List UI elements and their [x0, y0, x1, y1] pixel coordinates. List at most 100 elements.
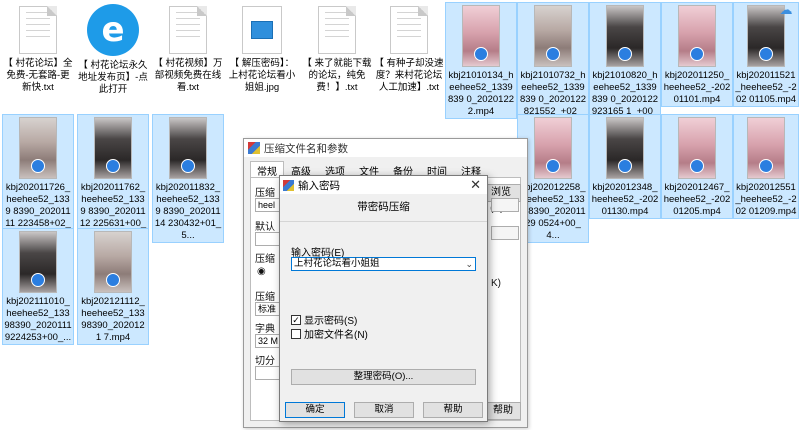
file-name: 【 有种子却没速度？来村花论坛人工加速】.txt [374, 58, 444, 93]
video-thumbnail [19, 231, 57, 293]
file-item[interactable]: 【 有种子却没速度？来村花论坛人工加速】.txt [373, 2, 445, 94]
file-name: kbj21010134_heehee52_1339839 0_20201222.… [447, 70, 515, 117]
file-item[interactable]: kbj202121112_heehee52_133 98390_2020121 … [77, 228, 149, 345]
file-item[interactable]: kbj202012467_heehee52_-202 01205.mp4 [661, 114, 733, 219]
format-radio[interactable]: ◉ [257, 266, 266, 277]
file-item[interactable]: e 【 村花论坛永久地址发布页】-点此打开 [77, 2, 149, 96]
show-password-label: 显示密码(S) [304, 316, 358, 327]
file-name: 【 解压密码】：上村花论坛看小姐姐.jpg [228, 58, 296, 93]
dictionary-label: 字典 [255, 324, 275, 335]
file-name: kbj202012551_heehee52_-202 01209.mp4 [735, 182, 797, 217]
split-label: 切分 [255, 356, 275, 367]
encrypt-filenames-label: 加密文件名(N) [304, 330, 368, 341]
file-name: kbj202011250_heehee52_-202 01101.mp4 [663, 70, 731, 105]
method-label: 压缩 [255, 292, 275, 303]
play-icon [690, 159, 704, 173]
play-icon [759, 47, 773, 61]
file-item[interactable]: kbj202012551_heehee52_-202 01209.mp4 [733, 114, 799, 219]
play-icon [546, 47, 560, 61]
play-icon [759, 159, 773, 173]
dialog-title: 输入密码 [298, 179, 340, 192]
play-icon [31, 159, 45, 173]
video-thumbnail [606, 117, 644, 179]
help-button-back[interactable]: 帮助 [485, 402, 521, 420]
video-thumbnail [678, 117, 716, 179]
text-file-icon [19, 6, 57, 54]
image-file-icon [242, 6, 282, 54]
file-name: kbj202121112_heehee52_133 98390_2020121 … [81, 296, 145, 343]
video-thumbnail [94, 117, 132, 179]
file-item[interactable]: kbj202011832_heehee52_1339 8390_20201114… [152, 114, 224, 243]
file-item[interactable]: kbj202011250_heehee52_-202 01101.mp4 [661, 2, 733, 107]
winrar-icon [248, 142, 260, 154]
show-password-checkbox[interactable]: ✓ 显示密码(S) [291, 312, 357, 327]
help-button[interactable]: 帮助 [423, 402, 483, 418]
file-item[interactable]: 【 村花论坛】全免费-无套路-更新快.txt [2, 2, 74, 94]
winrar-icon [283, 179, 294, 191]
video-thumbnail [534, 117, 572, 179]
file-item[interactable]: 【 解压密码】：上村花论坛看小姐姐.jpg [226, 2, 298, 94]
file-item[interactable]: kbj202011521_heehee52_-202 01105.mp4 [733, 2, 799, 107]
file-item[interactable]: 【 来了就能下载的论坛，纯免费！】.txt [301, 2, 373, 94]
play-icon [474, 47, 488, 61]
cloud-sync-icon[interactable]: ☁ [776, 3, 796, 17]
file-name: 【 来了就能下载的论坛，纯免费！】.txt [302, 58, 372, 93]
text-file-icon [318, 6, 356, 54]
file-name: 【 村花论坛】全免费-无套路-更新快.txt [3, 58, 73, 93]
dialog-title: 压缩文件名和参数 [264, 142, 348, 155]
play-icon [618, 159, 632, 173]
file-name: kbj202111010_heehee52_133 98390_2020111 … [4, 296, 72, 343]
file-name: kbj202011832_heehee52_1339 8390_20201114… [154, 182, 222, 241]
file-item[interactable]: kbj202011726_heehee52_1339 8390_20201111… [2, 114, 74, 243]
video-thumbnail [94, 231, 132, 293]
video-thumbnail [534, 5, 572, 67]
file-name: kbj202011521_heehee52_-202 01105.mp4 [735, 70, 797, 105]
file-name: 【 村花论坛永久地址发布页】-点此打开 [78, 60, 148, 95]
text-file-icon [390, 6, 428, 54]
chevron-down-icon[interactable]: ⌄ [465, 258, 473, 270]
checkbox-checked-icon: ✓ [291, 314, 301, 325]
password-input[interactable]: 上村花论坛看小姐姐 ⌄ [291, 257, 476, 271]
password-value: 上村花论坛看小姐姐 [294, 258, 380, 269]
option-label-k: K) [491, 278, 501, 289]
dialog-heading: 带密码压缩 [357, 201, 410, 213]
cancel-button[interactable]: 取消 [354, 402, 414, 418]
divider [280, 221, 487, 222]
file-item[interactable]: kbj21010820_heehee52_1339839 0_202012292… [589, 2, 661, 131]
close-icon[interactable]: ✕ [470, 177, 481, 193]
ok-button[interactable]: 确定 [285, 402, 345, 418]
file-name: kbj202012258_heehee52_1339 8390_20201129… [520, 182, 586, 241]
file-item[interactable]: kbj202012348_heehee52_-202 01130.mp4 [589, 114, 661, 219]
video-thumbnail [169, 117, 207, 179]
browser-app-icon: e [87, 4, 139, 56]
file-item[interactable]: kbj21010134_heehee52_1339839 0_20201222.… [445, 2, 517, 119]
video-thumbnail [19, 117, 57, 179]
dialog-titlebar: 输入密码 [280, 176, 487, 194]
play-icon [31, 273, 45, 287]
organize-passwords-button[interactable]: 整理密码(O)... [291, 369, 476, 385]
play-icon [690, 47, 704, 61]
video-thumbnail [678, 5, 716, 67]
play-icon [106, 159, 120, 173]
format-label: 压缩 [255, 254, 275, 265]
play-icon [106, 273, 120, 287]
encrypt-filenames-checkbox[interactable]: 加密文件名(N) [291, 326, 368, 341]
file-item[interactable]: 【 村花视频】万部视频免费在线看.txt [152, 2, 224, 94]
update-mode-select[interactable] [491, 198, 519, 212]
file-item[interactable]: kbj202011762_heehee52_1339 8390_20201112… [77, 114, 149, 243]
file-item[interactable]: kbj21010732_heehee52_1339839 0_202012282… [517, 2, 589, 131]
video-thumbnail [606, 5, 644, 67]
dialog-titlebar: 压缩文件名和参数 [244, 139, 527, 157]
file-item[interactable]: kbj202111010_heehee52_133 98390_2020111 … [2, 228, 74, 345]
default-label: 默认 [255, 222, 275, 233]
checkbox-unchecked-icon [291, 328, 301, 339]
play-icon [181, 159, 195, 173]
play-icon [618, 47, 632, 61]
file-name: kbj202012467_heehee52_-202 01205.mp4 [663, 182, 731, 217]
video-thumbnail [747, 117, 785, 179]
play-icon [546, 159, 560, 173]
profile-dropdown[interactable] [491, 226, 519, 240]
file-name: kbj202012348_heehee52_-202 01130.mp4 [591, 182, 659, 217]
file-name: 【 村花视频】万部视频免费在线看.txt [153, 58, 223, 93]
enter-password-dialog: 输入密码 ✕ 带密码压缩 输入密码(E) 上村花论坛看小姐姐 ⌄ ✓ 显示密码(… [279, 175, 488, 422]
